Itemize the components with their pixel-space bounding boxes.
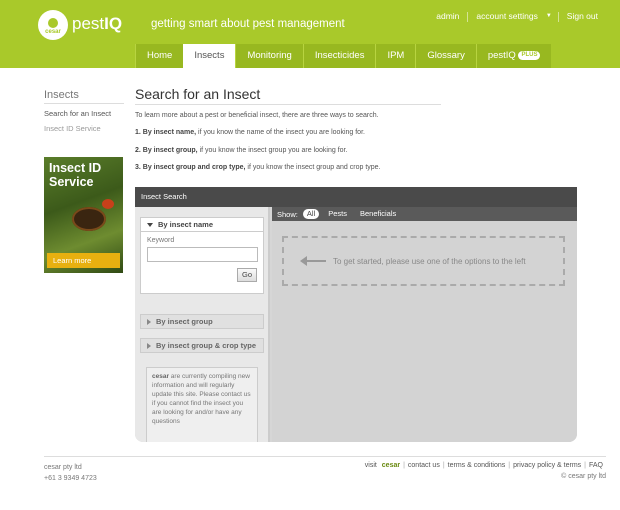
nav-ipm[interactable]: IPM <box>375 44 416 68</box>
step-2-bold: 2. By insect group, <box>135 147 198 154</box>
info-note: cesar are currently compiling new inform… <box>146 367 258 442</box>
mite-head-image <box>102 199 114 209</box>
empty-state: To get started, please use one of the op… <box>282 236 565 286</box>
by-name-toggle[interactable]: By insect name <box>141 218 263 232</box>
footer-company: cesar pty ltd <box>44 464 82 471</box>
visit-brand: cesar <box>381 462 401 469</box>
sidebar-item-search[interactable]: Search for an Insect <box>44 109 111 118</box>
mite-image <box>72 207 106 231</box>
keyword-label: Keyword <box>147 237 175 244</box>
step-3-text: if you know the insect group and crop ty… <box>245 164 381 171</box>
contact-link[interactable]: contact us <box>405 462 443 469</box>
intro-text: To learn more about a pest or beneficial… <box>135 112 379 119</box>
results-area: Show: All Pests Beneficials To get start… <box>272 207 577 442</box>
filter-row: Show: All Pests Beneficials <box>277 209 400 219</box>
footer-links: visit cesar | contact us | terms & conditi… <box>359 462 606 469</box>
footer-contact: cesar pty ltd +61 3 9349 4723 <box>44 462 97 484</box>
logo-dot-icon <box>48 18 58 28</box>
filter-all[interactable]: All <box>302 209 320 219</box>
triangle-down-icon <box>147 223 153 228</box>
by-group-crop-label: By insect group & crop type <box>156 341 257 350</box>
faq-link[interactable]: FAQ <box>586 462 606 469</box>
divider <box>44 456 606 457</box>
account-settings-link[interactable]: account settings <box>468 11 545 22</box>
page-title: Search for an Insect <box>135 86 261 102</box>
by-name-label: By insect name <box>158 220 214 229</box>
logo-sub-label: cesar <box>45 29 61 35</box>
brand-name[interactable]: pestIQ <box>72 14 122 34</box>
insect-search-panel: Insect Search By insect name Keyword Go … <box>135 187 577 442</box>
search-options: By insect name Keyword Go By insect grou… <box>135 207 270 442</box>
top-links: admin account settings ▼ Sign out <box>428 11 606 22</box>
note-brand: cesar <box>152 373 169 380</box>
by-group-crop-toggle[interactable]: By insect group & crop type <box>140 338 264 353</box>
admin-link[interactable]: admin <box>428 11 467 22</box>
header: cesar pestIQ getting smart about pest ma… <box>0 0 620 68</box>
step-1-bold: 1. By insect name, <box>135 129 197 136</box>
step-1-text: if you know the name of the insect you a… <box>196 129 365 136</box>
visit-prefix: visit <box>364 462 377 469</box>
show-label: Show: <box>277 209 298 219</box>
nav-insects[interactable]: Insects <box>183 44 236 68</box>
nav-pestiq-label: pestIQ <box>487 50 516 61</box>
by-name-section: By insect name Keyword Go <box>140 217 264 294</box>
nav-glossary[interactable]: Glossary <box>415 44 476 68</box>
by-group-label: By insect group <box>156 317 213 326</box>
plus-badge: PLUS <box>518 50 541 60</box>
step-3-bold: 3. By insect group and crop type, <box>135 164 246 171</box>
step-2-text: if you know the insect group you are loo… <box>197 147 348 154</box>
nav-pestiq-plus[interactable]: pestIQ PLUS <box>475 44 552 68</box>
logo[interactable]: cesar <box>38 10 68 40</box>
by-group-toggle[interactable]: By insect group <box>140 314 264 329</box>
step-1: 1. By insect name, if you know the name … <box>135 129 365 136</box>
keyword-input[interactable] <box>147 247 258 262</box>
note-text: are currently compiling new information … <box>152 373 251 425</box>
insect-id-promo[interactable]: Insect ID Service Learn more <box>44 157 123 273</box>
tagline: getting smart about pest management <box>151 18 345 30</box>
step-2: 2. By insect group, if you know the inse… <box>135 147 347 154</box>
divider <box>44 103 124 104</box>
nav-home[interactable]: Home <box>135 44 184 68</box>
terms-link[interactable]: terms & conditions <box>445 462 509 469</box>
brand-prefix: pest <box>72 14 105 33</box>
panel-title: Insect Search <box>135 187 577 207</box>
visit-cesar-link[interactable]: visit cesar <box>359 462 403 469</box>
main-nav: Home Insects Monitoring Insecticides IPM… <box>135 44 552 68</box>
divider <box>135 104 441 105</box>
step-3: 3. By insect group and crop type, if you… <box>135 164 381 171</box>
privacy-link[interactable]: privacy policy & terms <box>510 462 584 469</box>
promo-title: Insect ID Service <box>49 161 102 189</box>
sidebar-title: Insects <box>44 89 79 101</box>
empty-state-text: To get started, please use one of the op… <box>333 256 526 266</box>
filter-beneficials[interactable]: Beneficials <box>356 209 400 219</box>
go-button[interactable]: Go <box>237 268 257 282</box>
nav-insecticides[interactable]: Insecticides <box>302 44 376 68</box>
chevron-down-icon[interactable]: ▼ <box>546 13 558 22</box>
brand-bold: IQ <box>104 14 123 33</box>
footer-phone: +61 3 9349 4723 <box>44 475 97 482</box>
learn-more-button[interactable]: Learn more <box>47 253 120 268</box>
filter-pests[interactable]: Pests <box>324 209 351 219</box>
sign-out-link[interactable]: Sign out <box>559 11 606 22</box>
triangle-right-icon <box>147 319 151 326</box>
copyright: © cesar pty ltd <box>561 473 606 480</box>
triangle-right-icon <box>147 343 151 350</box>
arrow-left-icon <box>300 256 326 266</box>
sidebar-item-id-service[interactable]: Insect ID Service <box>44 124 101 133</box>
nav-monitoring[interactable]: Monitoring <box>235 44 303 68</box>
